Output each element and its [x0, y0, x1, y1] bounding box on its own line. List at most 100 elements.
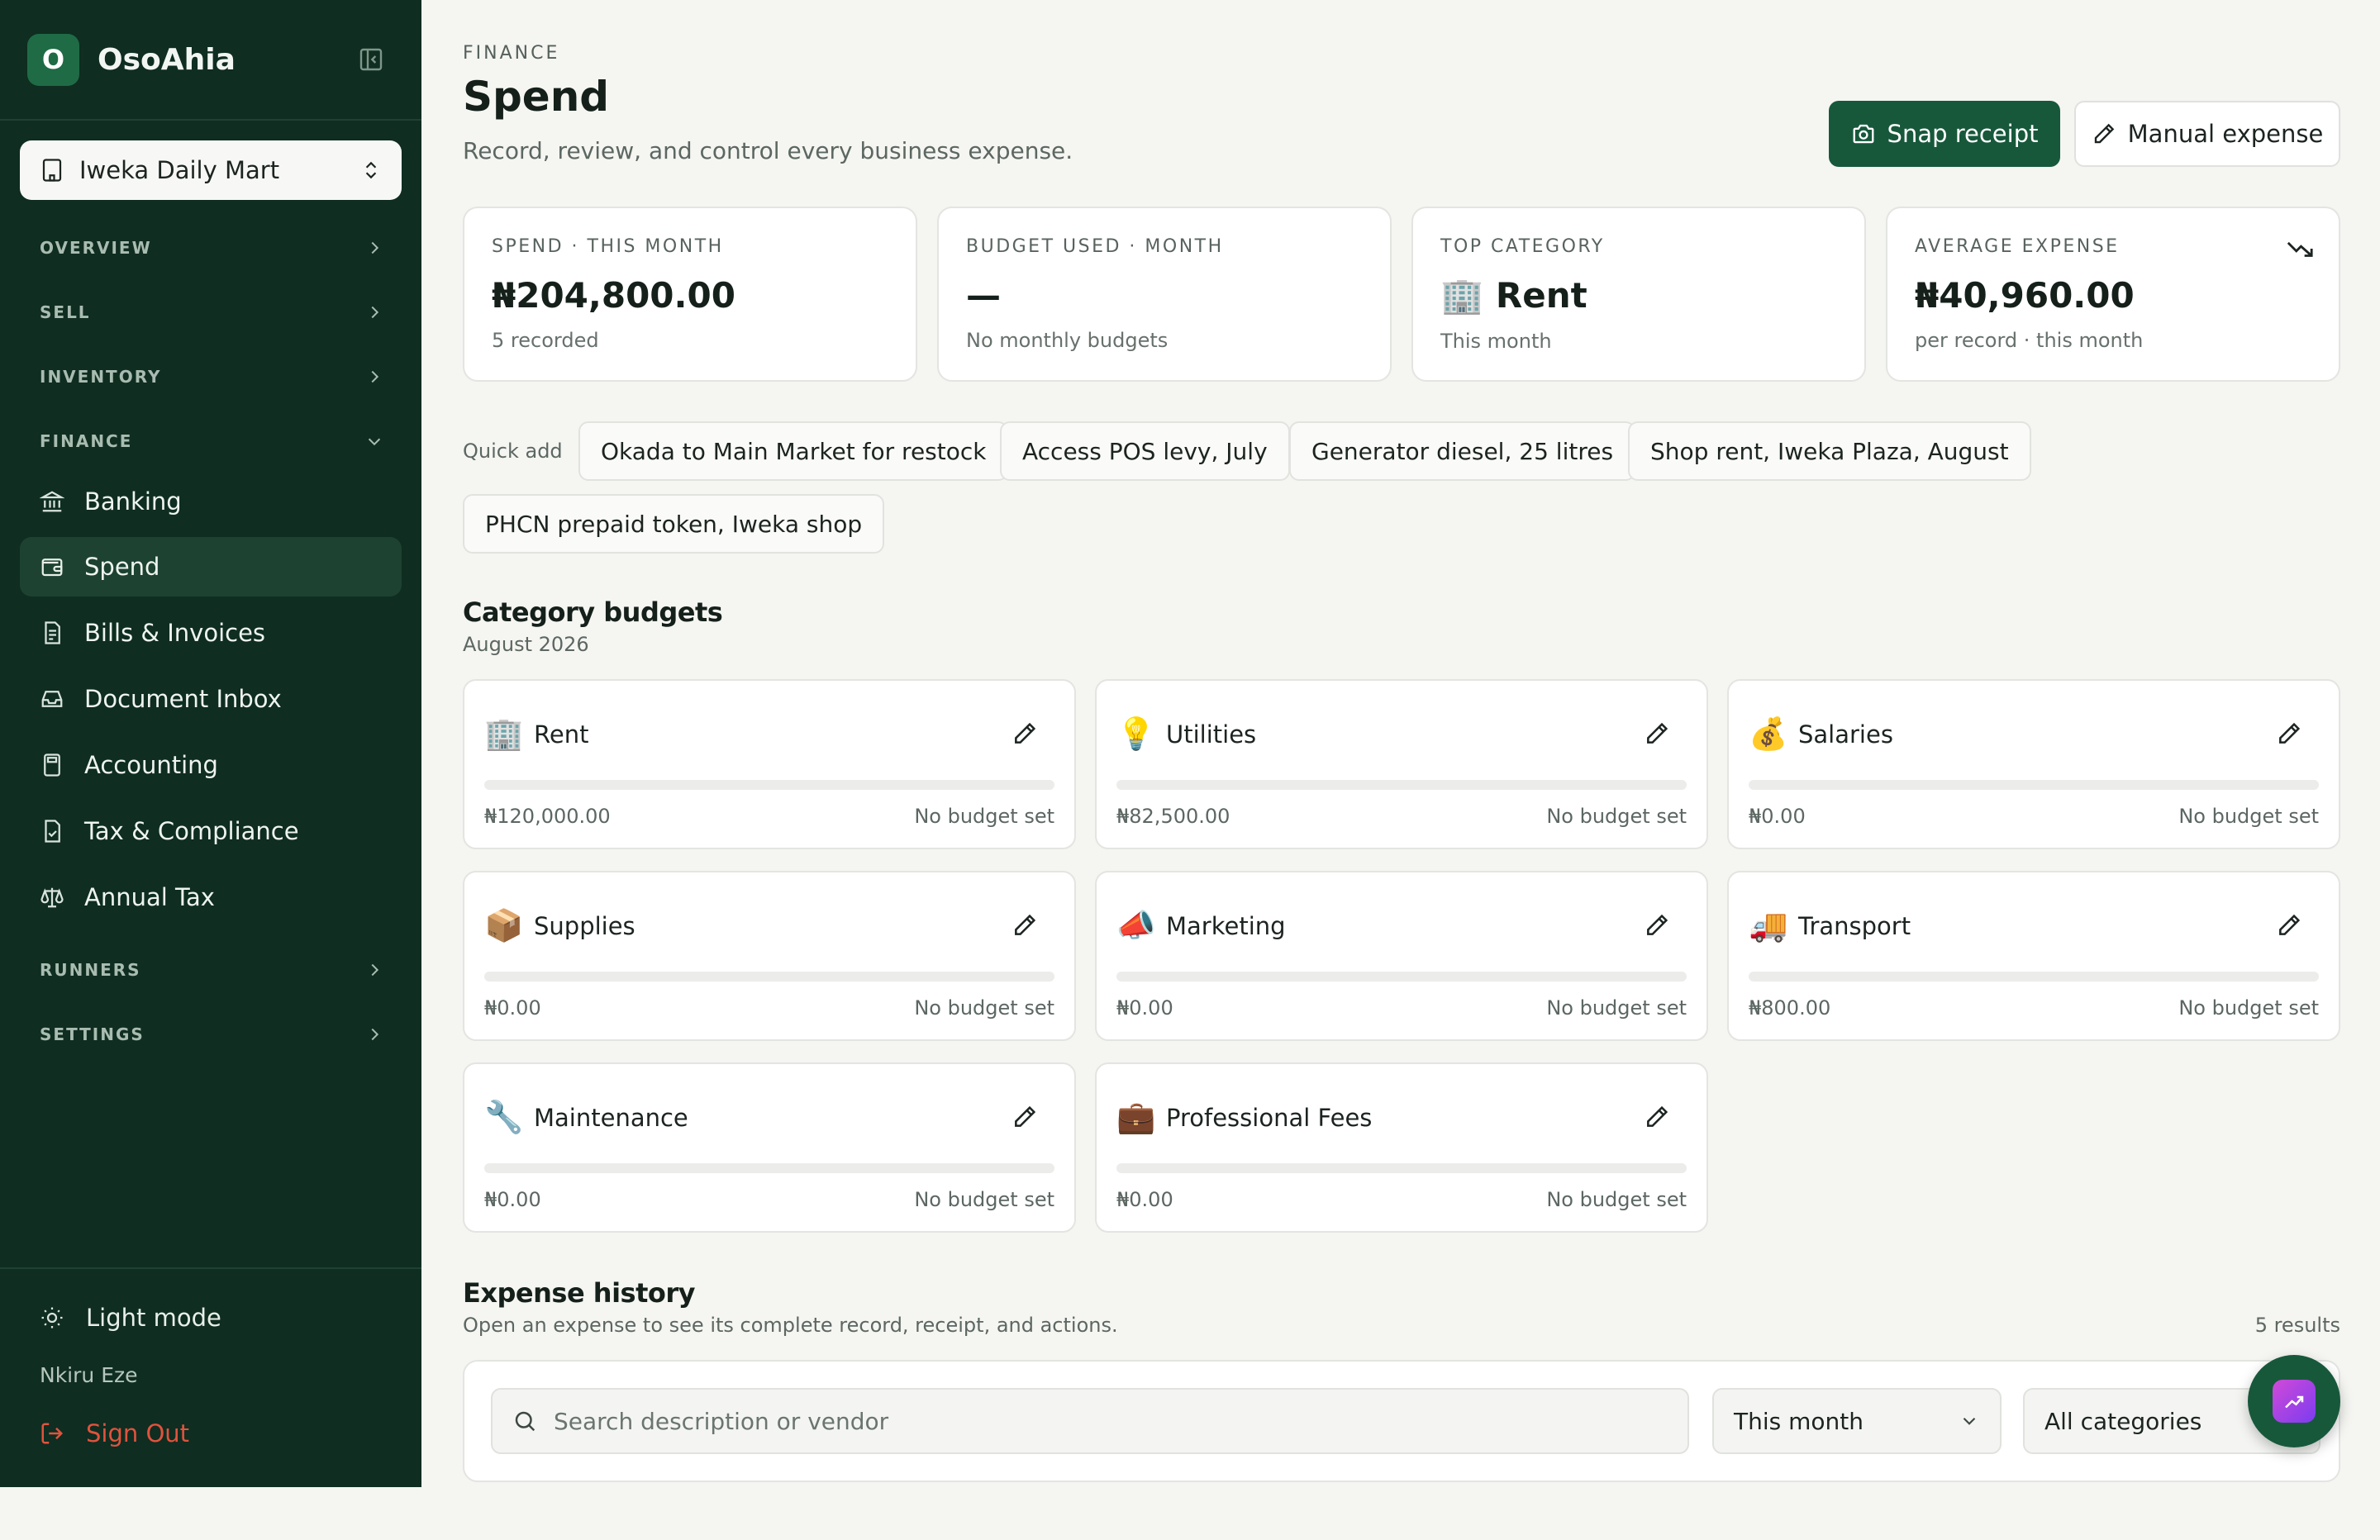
budget-name: Utilities	[1166, 720, 1257, 749]
edit-pencil-icon[interactable]	[1011, 1104, 1038, 1130]
budget-amount: ₦82,500.00	[1116, 805, 1230, 828]
edit-pencil-icon[interactable]	[1644, 912, 1670, 939]
results-count: 5 results	[2254, 1314, 2340, 1337]
floating-action-button[interactable]	[2248, 1355, 2340, 1447]
sidebar-item-spend[interactable]: Spend	[20, 537, 402, 597]
budget-card-rent[interactable]: 🏢 Rent ₦120,000.00 No budget set	[463, 679, 1076, 849]
stat-value: 🏢 Rent	[1440, 275, 1587, 316]
budget-amount: ₦0.00	[484, 996, 541, 1020]
sidebar-item-label: Banking	[84, 487, 182, 516]
sidebar-item-accounting[interactable]: Accounting	[20, 735, 402, 795]
sidebar-item-label: Document Inbox	[84, 685, 282, 713]
sidebar-item-document-inbox[interactable]: Document Inbox	[20, 669, 402, 729]
stat-sub: This month	[1440, 330, 1552, 353]
quick-add-chip[interactable]: Okada to Main Market for restock	[578, 421, 1009, 481]
section-runners[interactable]: RUNNERS	[40, 960, 383, 980]
scale-icon	[40, 887, 64, 908]
section-settings[interactable]: SETTINGS	[40, 1024, 383, 1044]
section-inventory[interactable]: INVENTORY	[40, 367, 383, 387]
sidebar-item-annual-tax[interactable]: Annual Tax	[20, 867, 402, 927]
budget-progress-bar	[1749, 780, 2319, 790]
theme-toggle[interactable]: Light mode	[40, 1304, 221, 1332]
budget-name: Professional Fees	[1166, 1103, 1373, 1132]
sidebar-item-bills-invoices[interactable]: Bills & Invoices	[20, 603, 402, 663]
chevron-right-icon	[371, 1028, 379, 1041]
expense-history-title: Expense history	[463, 1277, 696, 1309]
budget-amount: ₦0.00	[1116, 1188, 1173, 1211]
budget-status: No budget set	[2178, 805, 2319, 828]
budget-card-salaries[interactable]: 💰 Salaries ₦0.00 No budget set	[1727, 679, 2340, 849]
budget-card-professional-fees[interactable]: 💼 Professional Fees ₦0.00 No budget set	[1095, 1062, 1708, 1233]
category-budgets-title: Category budgets	[463, 597, 723, 628]
edit-pencil-icon[interactable]	[1011, 720, 1038, 747]
inbox-icon	[41, 691, 63, 707]
stat-value: ₦40,960.00	[1915, 275, 2135, 316]
period-select[interactable]: This month	[1712, 1388, 2002, 1454]
budget-progress-bar	[1749, 972, 2319, 982]
quick-add-chip[interactable]: Access POS levy, July	[1000, 421, 1290, 481]
receipt-icon	[45, 621, 60, 644]
trending-down-icon	[2287, 241, 2313, 257]
section-overview-label: OVERVIEW	[40, 238, 152, 258]
stat-label: AVERAGE EXPENSE	[1915, 236, 2120, 257]
wrench-emoji-icon: 🔧	[484, 1099, 524, 1135]
expense-filters: Search description or vendor This month …	[463, 1360, 2340, 1482]
sign-out-button[interactable]: Sign Out	[40, 1419, 189, 1447]
budget-amount: ₦0.00	[1116, 996, 1173, 1020]
calculator-icon	[44, 753, 60, 777]
search-placeholder: Search description or vendor	[554, 1407, 889, 1435]
edit-pencil-icon[interactable]	[2276, 912, 2302, 939]
budget-card-transport[interactable]: 🚚 Transport ₦800.00 No budget set	[1727, 871, 2340, 1041]
quick-add-chip[interactable]: PHCN prepaid token, Iweka shop	[463, 494, 885, 554]
budget-card-utilities[interactable]: 💡 Utilities ₦82,500.00 No budget set	[1095, 679, 1708, 849]
search-icon	[515, 1411, 536, 1432]
sidebar-collapse-icon[interactable]	[357, 46, 385, 73]
fab-inner	[2273, 1380, 2316, 1423]
section-inventory-label: INVENTORY	[40, 367, 162, 387]
budget-amount: ₦0.00	[1749, 805, 1806, 828]
sign-out-label: Sign Out	[86, 1419, 190, 1447]
manual-expense-button[interactable]: Manual expense	[2074, 101, 2340, 167]
quick-add-chip[interactable]: Shop rent, Iweka Plaza, August	[1628, 421, 2031, 481]
section-finance[interactable]: FINANCE	[40, 431, 383, 451]
file-check-icon	[45, 820, 60, 843]
budget-progress-bar	[1116, 780, 1687, 790]
budget-name: Rent	[534, 720, 589, 749]
budget-name: Transport	[1798, 911, 1911, 940]
budget-amount: ₦120,000.00	[484, 805, 611, 828]
brand[interactable]: O OsoAhia	[27, 33, 236, 86]
edit-pencil-icon[interactable]	[1644, 720, 1670, 747]
section-settings-label: SETTINGS	[40, 1024, 145, 1044]
edit-pencil-icon[interactable]	[1011, 912, 1038, 939]
edit-pencil-icon[interactable]	[1644, 1104, 1670, 1130]
budget-card-supplies[interactable]: 📦 Supplies ₦0.00 No budget set	[463, 871, 1076, 1041]
budget-card-maintenance[interactable]: 🔧 Maintenance ₦0.00 No budget set	[463, 1062, 1076, 1233]
section-overview[interactable]: OVERVIEW	[40, 238, 383, 258]
snap-receipt-label: Snap receipt	[1887, 120, 2039, 148]
budget-progress-bar	[484, 780, 1054, 790]
budget-amount: ₦800.00	[1749, 996, 1831, 1020]
building-icon	[42, 159, 62, 182]
snap-receipt-button[interactable]: Snap receipt	[1829, 101, 2060, 167]
briefcase-emoji-icon: 💼	[1116, 1099, 1156, 1135]
budget-progress-bar	[1116, 1163, 1687, 1173]
lightbulb-emoji-icon: 💡	[1116, 715, 1156, 752]
sidebar-item-banking[interactable]: Banking	[20, 472, 402, 531]
budget-status: No budget set	[914, 996, 1054, 1020]
budget-progress-bar	[484, 1163, 1054, 1173]
main-content: FINANCE Spend Record, review, and contro…	[421, 0, 2380, 1540]
expense-history-subtitle: Open an expense to see its complete reco…	[463, 1314, 1118, 1337]
budget-progress-bar	[484, 972, 1054, 982]
section-sell[interactable]: SELL	[40, 302, 383, 322]
quick-add-chip[interactable]: Generator diesel, 25 litres	[1289, 421, 1636, 481]
store-switcher[interactable]: Iweka Daily Mart	[20, 140, 402, 200]
stat-card-spend: SPEND · THIS MONTH ₦204,800.00 5 recorde…	[463, 207, 917, 382]
edit-pencil-icon[interactable]	[2276, 720, 2302, 747]
search-input[interactable]: Search description or vendor	[491, 1388, 1689, 1454]
period-select-value: This month	[1734, 1407, 1864, 1435]
bank-icon	[40, 491, 64, 512]
budget-card-marketing[interactable]: 📣 Marketing ₦0.00 No budget set	[1095, 871, 1708, 1041]
budget-amount: ₦0.00	[484, 1188, 541, 1211]
theme-label: Light mode	[86, 1304, 221, 1332]
sidebar-item-tax-compliance[interactable]: Tax & Compliance	[20, 801, 402, 861]
